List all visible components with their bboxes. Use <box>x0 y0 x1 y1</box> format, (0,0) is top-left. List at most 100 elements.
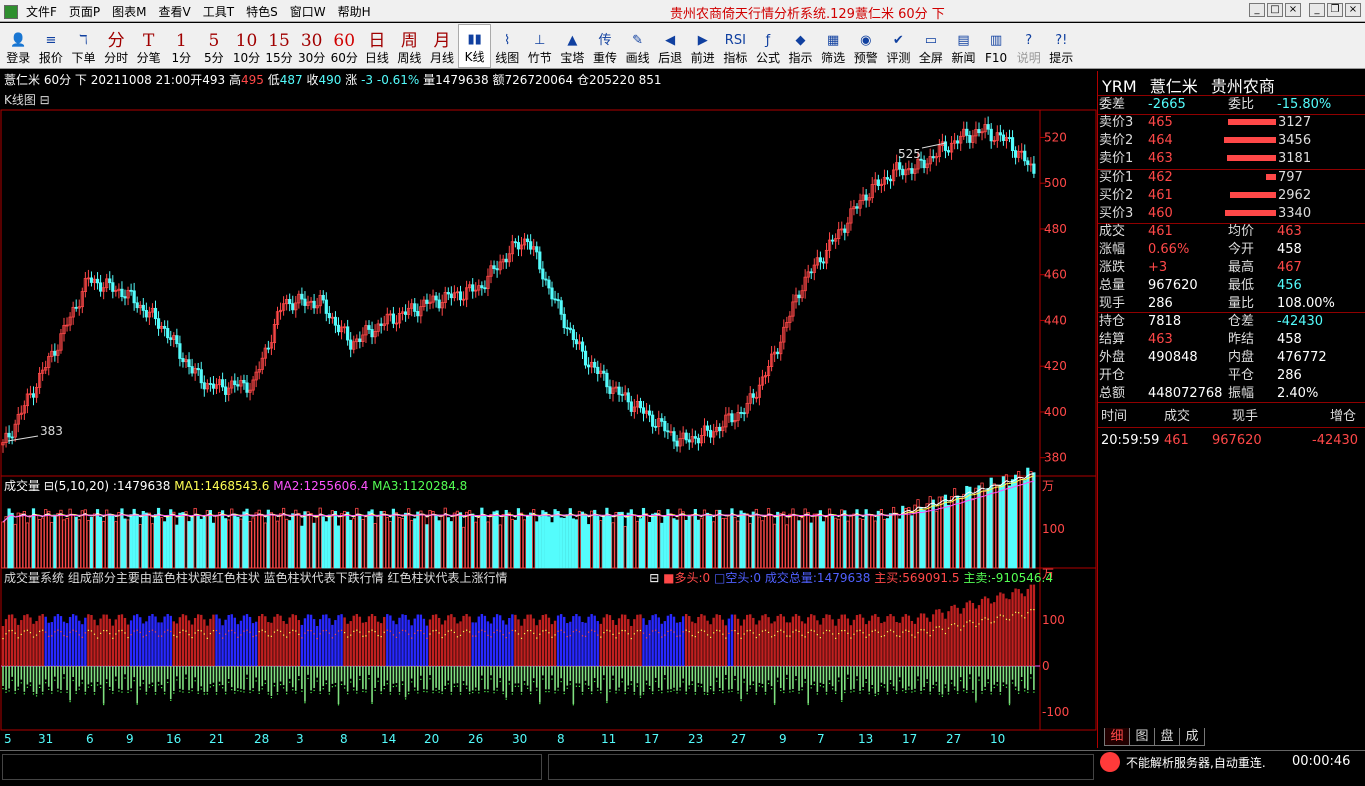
system-dot <box>804 636 806 638</box>
toolbar-filter-button[interactable]: ▦ 筛选 <box>817 24 850 68</box>
toolbar-15min-button[interactable]: 15 15分 <box>263 24 296 68</box>
volume-bar <box>995 485 999 569</box>
volume-bar <box>745 513 749 569</box>
system-neg-bar <box>313 666 315 689</box>
toolbar-evaluate-button[interactable]: ✔ 评测 <box>882 24 915 68</box>
close-button[interactable]: × <box>1345 3 1361 17</box>
toolbar-news-button[interactable]: ▤ 新闻 <box>947 24 980 68</box>
toolbar-back-button[interactable]: ◀ 后退 <box>654 24 687 68</box>
volume-bar <box>968 486 972 569</box>
tab-chart[interactable]: 图 <box>1129 728 1155 746</box>
menu-tools[interactable]: 工具T <box>203 3 234 20</box>
system-bar <box>685 614 688 666</box>
child-minimize-button[interactable]: _ <box>1249 3 1265 17</box>
chart-area[interactable]: 520500480460440420400380525383万100万1000-… <box>0 88 1097 750</box>
system-neg-bar <box>581 666 584 692</box>
system-dot <box>691 634 693 637</box>
system-neg-bar <box>822 666 825 685</box>
system-neg-bar <box>990 666 992 692</box>
toolbar-bamboo-button[interactable]: ⊥ 竹节 <box>524 24 557 68</box>
system-dot <box>264 631 266 633</box>
system-dot <box>920 629 922 631</box>
toolbar-monthly-button[interactable]: 月月线 <box>426 24 459 68</box>
menu-window[interactable]: 窗口W <box>290 3 326 20</box>
system-bar <box>120 614 124 666</box>
system-neg-dot <box>685 693 687 695</box>
system-dot <box>682 631 684 633</box>
system-neg-dot <box>835 692 837 694</box>
toolbar-indicator-button[interactable]: RSI 指标 <box>719 24 752 68</box>
system-dot <box>426 637 428 639</box>
toolbar-weekly-button[interactable]: 周周线 <box>393 24 426 68</box>
system-neg-dot <box>941 695 943 697</box>
toolbar-5min-button[interactable]: 5 5分 <box>198 24 231 68</box>
system-neg-dot <box>115 679 117 681</box>
toolbar-reload-button[interactable]: 传重传 <box>589 24 622 68</box>
menu-chart[interactable]: 图表M <box>112 3 146 20</box>
toolbar-forward-button[interactable]: ▶ 前进 <box>686 24 719 68</box>
toolbar-30min-button[interactable]: 30 30分 <box>295 24 328 68</box>
tab-detail[interactable]: 细 <box>1104 728 1130 746</box>
system-bar <box>75 615 78 666</box>
volume-bar <box>986 488 990 569</box>
system-neg-dot <box>722 692 724 694</box>
toolbar-order-button[interactable]: ℸ 下单 <box>67 24 100 68</box>
toolbar-quote-button[interactable]: ≡ 报价 <box>35 24 68 68</box>
system-bar <box>187 620 191 666</box>
system-neg-bar <box>1017 666 1020 692</box>
system-neg-bar <box>502 666 504 692</box>
system-neg-bar <box>557 666 559 688</box>
system-neg-bar <box>740 666 742 700</box>
toolbar-signal-button[interactable]: ◆ 指示 <box>784 24 817 68</box>
child-restore-button[interactable]: □ <box>1267 3 1283 17</box>
toolbar-formula-button[interactable]: ƒ 公式 <box>752 24 785 68</box>
menu-view[interactable]: 查看V <box>159 3 191 20</box>
toolbar-fullscreen-button[interactable]: ▭ 全屏 <box>915 24 948 68</box>
system-bar <box>602 617 606 666</box>
system-neg-dot <box>825 693 828 695</box>
toolbar-10min-button[interactable]: 10 10分 <box>230 24 263 68</box>
toolbar-f10-button[interactable]: ▥ F10 <box>980 24 1013 68</box>
toolbar-60min-button[interactable]: 60 60分 <box>328 24 361 68</box>
system-neg-bar <box>545 666 547 690</box>
toolbar-tips-button[interactable]: ?! 提示 <box>1045 24 1078 68</box>
system-bar <box>758 620 761 666</box>
system-bar <box>401 614 404 666</box>
toolbar-daily-button[interactable]: 日日线 <box>361 24 394 68</box>
tab-book[interactable]: 盘 <box>1154 728 1180 746</box>
system-neg-dot <box>69 701 71 703</box>
volume-params[interactable]: ⊟(5,10,20) <box>44 479 109 493</box>
toolbar-alert-button[interactable]: ◉ 预警 <box>849 24 882 68</box>
system-dot <box>453 631 455 634</box>
menu-help[interactable]: 帮助H <box>338 3 371 20</box>
menu-special[interactable]: 特色S <box>246 3 278 20</box>
toolbar-draw-button[interactable]: ✎ 画线 <box>621 24 654 68</box>
legend-box[interactable]: ⊟ <box>649 571 659 585</box>
system-bar <box>755 624 758 666</box>
restore-button[interactable]: ❐ <box>1327 3 1343 17</box>
menu-page[interactable]: 页面P <box>69 3 100 20</box>
system-neg-bar <box>57 666 59 689</box>
toolbar-1min-button[interactable]: 1 1分 <box>165 24 198 68</box>
kline-label[interactable]: K线图 ⊟ <box>4 91 50 108</box>
minimize-button[interactable]: _ <box>1309 3 1325 17</box>
child-close-button[interactable]: × <box>1285 3 1301 17</box>
toolbar-login-button[interactable]: 👤 登录 <box>2 24 35 68</box>
system-neg-dot <box>691 683 693 685</box>
system-neg-bar <box>941 666 944 695</box>
system-dot <box>889 629 892 631</box>
system-neg-dot <box>816 693 818 695</box>
toolbar-intraday-button[interactable]: 分分时 <box>100 24 133 68</box>
menu-file[interactable]: 文件F <box>26 3 57 20</box>
volume-bar <box>547 516 551 569</box>
toolbar-linechart-button[interactable]: ⌇ 线图 <box>491 24 524 68</box>
toolbar-help-button[interactable]: ? 说明 <box>1012 24 1045 68</box>
volume-bar <box>892 506 896 569</box>
toolbar-kline-button[interactable]: ▮▮ K线 <box>458 24 491 68</box>
tab-trades[interactable]: 成 <box>1179 728 1205 746</box>
system-neg-dot <box>441 692 443 695</box>
toolbar-tick-button[interactable]: T 分笔 <box>132 24 165 68</box>
toolbar-tower-button[interactable]: ▲ 宝塔 <box>556 24 589 68</box>
system-neg-bar <box>972 666 974 690</box>
system-neg-bar <box>593 666 596 679</box>
